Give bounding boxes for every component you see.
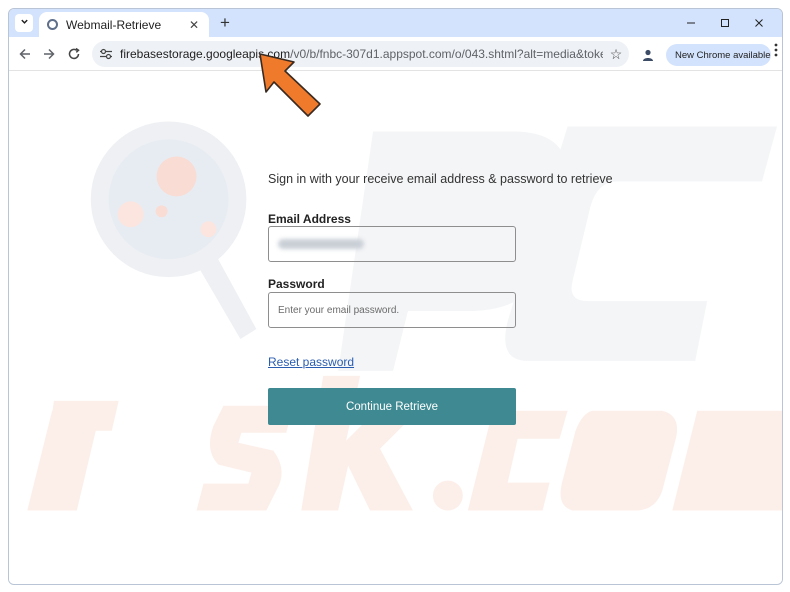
back-arrow-icon: [19, 48, 30, 60]
form-intro-text: Sign in with your receive email address …: [268, 172, 613, 186]
minimize-icon: [687, 22, 695, 24]
browser-toolbar: firebasestorage.googleapis.com/v0/b/fnbc…: [9, 37, 782, 71]
profile-icon: [643, 49, 653, 61]
tab-webmail-retrieve[interactable]: Webmail-Retrieve ✕: [39, 12, 209, 37]
page-content: Sign in with your receive email address …: [9, 71, 782, 584]
tab-strip: Webmail-Retrieve ✕ +: [9, 9, 782, 37]
kebab-menu-icon[interactable]: [774, 43, 778, 59]
email-field-blurred-value: [278, 239, 364, 249]
chevron-down-icon: [20, 17, 29, 29]
new-tab-button[interactable]: +: [216, 13, 234, 33]
globe-icon: [47, 19, 58, 30]
window-controls: [674, 13, 776, 33]
maximize-button[interactable]: [708, 13, 742, 33]
pointer-arrow-icon: [259, 53, 321, 117]
back-button[interactable]: [15, 44, 35, 64]
password-field[interactable]: Enter your email password.: [268, 292, 516, 328]
address-bar[interactable]: firebasestorage.googleapis.com/v0/b/fnbc…: [92, 41, 629, 67]
maximize-icon: [721, 19, 729, 27]
watermark-graphic: [27, 121, 782, 511]
profile-button[interactable]: [639, 46, 657, 64]
close-window-button[interactable]: [742, 13, 776, 33]
star-icon[interactable]: ☆: [603, 46, 629, 63]
tab-search-button[interactable]: [15, 14, 33, 32]
forward-arrow-icon: [44, 48, 55, 60]
browser-window: Webmail-Retrieve ✕ + firebasestorage.goo…: [8, 8, 783, 585]
chrome-update-button[interactable]: New Chrome available: [666, 44, 771, 66]
reload-button[interactable]: [64, 44, 84, 64]
tune-icon[interactable]: [92, 48, 120, 60]
close-icon[interactable]: ✕: [187, 18, 201, 32]
minimize-button[interactable]: [674, 13, 708, 33]
url-text: firebasestorage.googleapis.com/v0/b/fnbc…: [120, 47, 603, 61]
forward-button[interactable]: [39, 44, 59, 64]
email-field[interactable]: [268, 226, 516, 262]
password-placeholder: Enter your email password.: [278, 304, 400, 316]
email-label: Email Address: [268, 212, 351, 226]
reset-password-link[interactable]: Reset password: [268, 355, 354, 369]
reload-icon: [68, 47, 80, 60]
url-path: /v0/b/fnbc-307d1.appspot.com/o/043.shtml…: [290, 47, 603, 61]
password-label: Password: [268, 277, 325, 291]
continue-retrieve-button[interactable]: Continue Retrieve: [268, 388, 516, 425]
close-icon: [755, 19, 763, 27]
tab-title: Webmail-Retrieve: [66, 17, 162, 32]
